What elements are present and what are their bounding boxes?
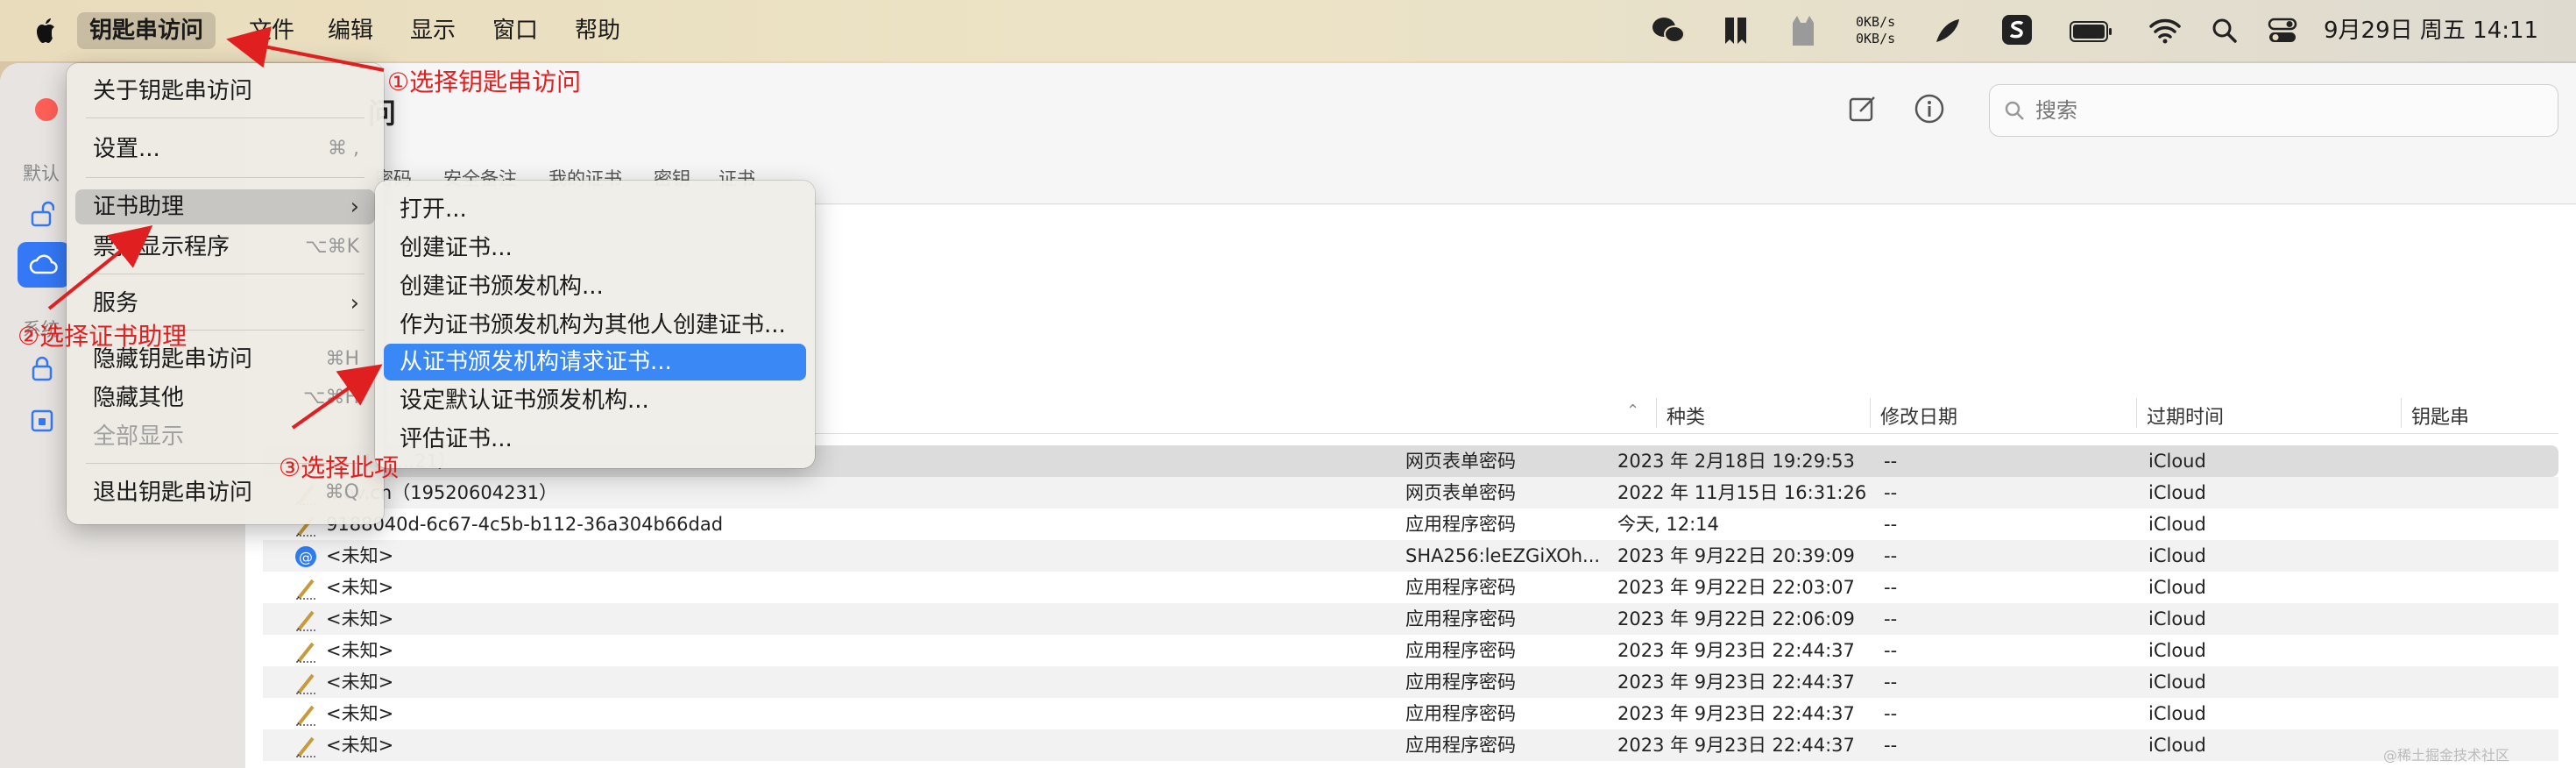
annotation-step3: ③选择此项 [279,453,400,482]
watermark: @稀土掘金技术社区 [2383,747,2510,764]
arrow-step2 [47,224,153,310]
annotation-step2: ②选择证书助理 [18,322,188,351]
arrow-step3 [291,364,383,430]
arrow-step1 [226,26,385,72]
annotation-arrows [47,26,385,430]
annotation-step1: ①选择钥匙串访问 [387,68,582,96]
